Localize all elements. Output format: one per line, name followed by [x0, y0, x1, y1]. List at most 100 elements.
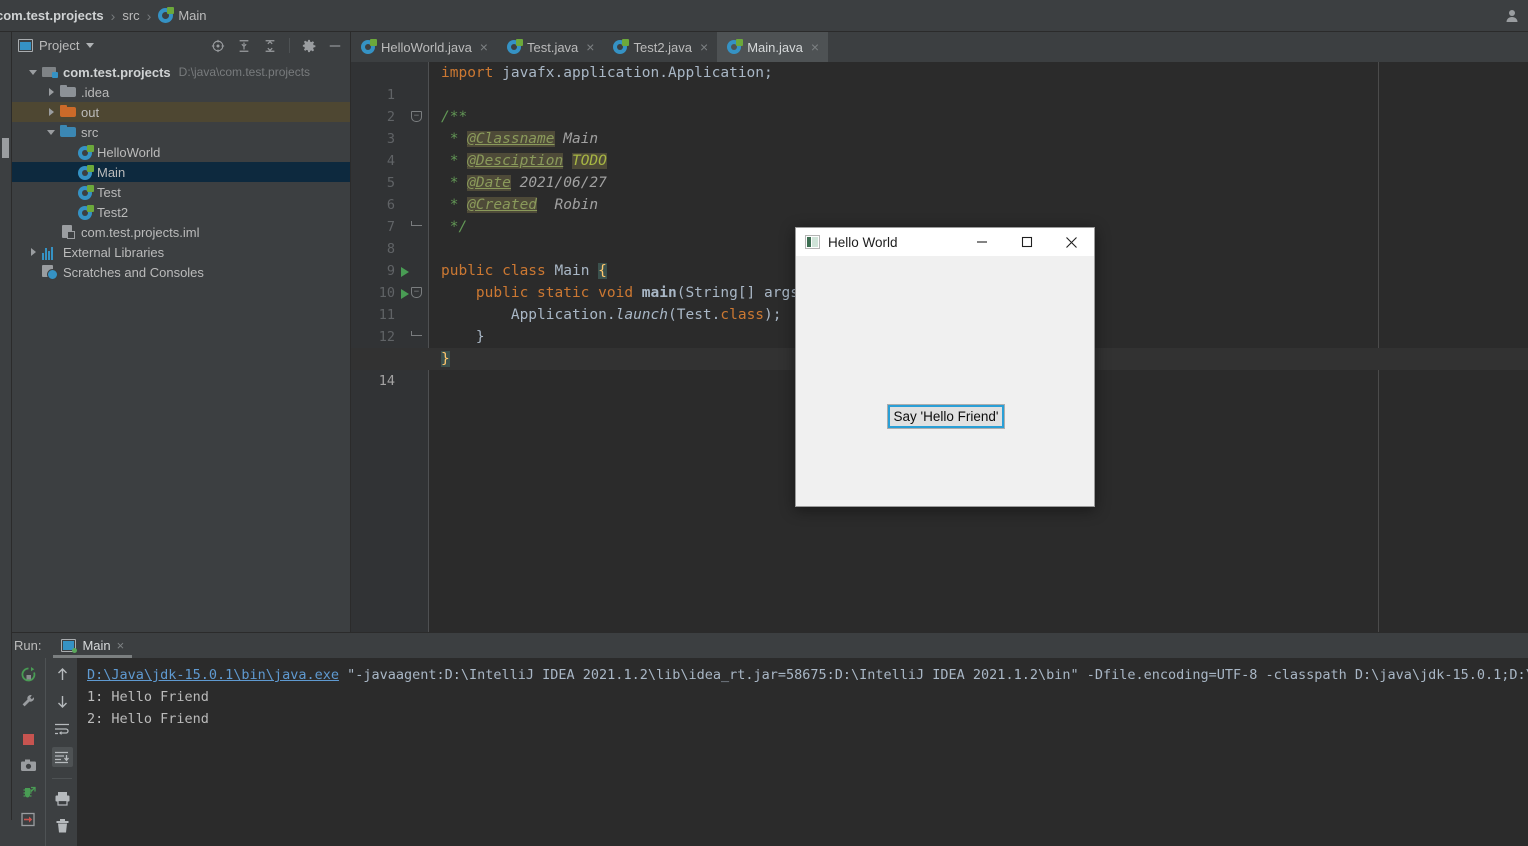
arrow-down-icon[interactable] — [54, 693, 71, 710]
close-icon[interactable]: × — [117, 638, 125, 653]
project-tree: com.test.projects D:\java\com.test.proje… — [12, 59, 350, 282]
minimize-button[interactable] — [959, 228, 1004, 257]
tab-label: HelloWorld.java — [381, 39, 472, 55]
console-command-link[interactable]: D:\Java\jdk-15.0.1\bin\java.exe — [87, 667, 339, 683]
code-token-keyword: class — [720, 307, 765, 323]
tree-row[interactable]: com.test.projects D:\java\com.test.proje… — [12, 62, 350, 82]
run-gutter-icon[interactable] — [401, 289, 409, 299]
tab-test2-java[interactable]: Test2.java × — [603, 32, 717, 62]
run-console[interactable]: D:\Java\jdk-15.0.1\bin\java.exe "-javaag… — [77, 658, 1528, 846]
code-token-javadoc-value: Robin — [537, 197, 599, 213]
tab-test-java[interactable]: Test.java × — [497, 32, 604, 62]
tree-row[interactable]: com.test.projects.iml — [12, 222, 350, 242]
twisty-collapsed-icon[interactable] — [24, 248, 42, 256]
java-class-icon — [78, 184, 94, 200]
run-tab-main[interactable]: Main × — [53, 633, 133, 658]
console-line: D:\Java\jdk-15.0.1\bin\java.exe "-javaag… — [87, 664, 1528, 686]
close-button[interactable] — [1049, 228, 1094, 257]
maximize-button[interactable] — [1004, 228, 1049, 257]
code-token-javadoc-value: 2021/06/27 — [510, 175, 607, 191]
chevron-down-icon[interactable] — [86, 43, 95, 48]
breadcrumb-separator-icon: › — [110, 7, 116, 24]
code-text: */ — [441, 216, 467, 238]
run-gutter-icon[interactable] — [401, 267, 409, 277]
export-icon[interactable] — [20, 811, 37, 828]
expand-all-icon[interactable] — [237, 39, 251, 53]
run-toolbar-left — [12, 658, 46, 846]
tree-row[interactable]: out — [12, 102, 350, 122]
arrow-up-icon[interactable] — [54, 666, 71, 683]
stop-icon[interactable] — [20, 732, 37, 747]
tree-row[interactable]: Scratches and Consoles — [12, 262, 350, 282]
hello-world-dialog[interactable]: Hello World Say 'Hello Friend' — [795, 227, 1095, 507]
tree-row[interactable]: Main — [12, 162, 350, 182]
code-token-method: main — [641, 285, 677, 301]
project-panel-toolbar — [211, 38, 344, 53]
run-tab-label: Main — [82, 638, 111, 653]
bottom-left-stripe — [0, 820, 12, 846]
dialog-title-bar[interactable]: Hello World — [796, 228, 1094, 257]
folder-orange-icon — [60, 104, 76, 120]
tree-row[interactable]: Test2 — [12, 202, 350, 222]
breadcrumb-item-project[interactable]: com.test.projects — [0, 8, 104, 23]
breadcrumb-item-main[interactable]: Main — [178, 8, 206, 23]
rerun-icon[interactable] — [20, 666, 37, 683]
close-icon[interactable]: × — [700, 40, 708, 54]
twisty-collapsed-icon[interactable] — [42, 88, 60, 96]
collapse-all-icon[interactable] — [263, 39, 277, 53]
project-panel-title[interactable]: Project — [39, 38, 79, 53]
fold-marker-icon[interactable]: − — [411, 111, 422, 122]
code-token-comment: */ — [441, 219, 468, 235]
fold-end-icon[interactable] — [411, 221, 422, 232]
breadcrumb-item-src[interactable]: src — [122, 8, 139, 23]
tree-row[interactable]: HelloWorld — [12, 142, 350, 162]
account-icon[interactable] — [1504, 8, 1520, 24]
trash-icon[interactable] — [54, 817, 71, 834]
twisty-expanded-icon[interactable] — [42, 129, 60, 135]
fold-marker-icon[interactable]: − — [411, 287, 422, 298]
java-class-icon — [613, 39, 630, 54]
restart-debug-icon[interactable] — [20, 784, 37, 801]
tree-row[interactable]: External Libraries — [12, 242, 350, 262]
maximize-icon — [1021, 236, 1032, 248]
scroll-to-end-icon[interactable] — [51, 747, 73, 767]
camera-snapshot-icon[interactable] — [20, 757, 37, 774]
tree-item-label: com.test.projects — [63, 64, 171, 80]
console-command-args: "-javaagent:D:\IntelliJ IDEA 2021.1.2\li… — [338, 667, 1528, 683]
tree-row[interactable]: src — [12, 122, 350, 142]
code-token-plain: ); — [764, 307, 782, 323]
tree-row[interactable]: .idea — [12, 82, 350, 102]
code-token-keyword: public static void — [441, 285, 642, 301]
soft-wrap-icon[interactable] — [54, 720, 71, 737]
twisty-collapsed-icon[interactable] — [42, 108, 60, 116]
code-token-comment: * — [441, 153, 468, 169]
code-token-static-method: launch — [615, 307, 668, 323]
close-icon[interactable]: × — [480, 40, 488, 54]
tree-item-label: Main — [97, 164, 126, 180]
close-icon[interactable]: × — [811, 40, 819, 54]
tree-row[interactable]: Test — [12, 182, 350, 202]
folder-blue-icon — [60, 124, 76, 140]
say-hello-friend-button[interactable]: Say 'Hello Friend' — [887, 404, 1005, 429]
settings-gear-icon[interactable] — [302, 39, 316, 53]
fold-end-icon[interactable] — [411, 331, 422, 342]
code-token-keyword: public class — [441, 263, 555, 279]
print-icon[interactable] — [54, 790, 71, 807]
code-token-comment: * — [441, 197, 468, 213]
tab-helloworld-java[interactable]: HelloWorld.java × — [351, 32, 497, 62]
code-token-javadoc-tag: @Date — [467, 175, 511, 191]
line-number: 14 — [378, 373, 395, 389]
select-opened-file-icon[interactable] — [211, 39, 225, 53]
code-token-plain: Main — [554, 263, 599, 279]
twisty-expanded-icon[interactable] — [24, 69, 42, 75]
project-window-icon — [18, 39, 33, 52]
tree-item-label: Test — [97, 184, 121, 200]
run-tool-window: Run: Main × D:\Java\jdk-15.0.1\bin\java.… — [12, 632, 1528, 846]
code-token-plain: } — [441, 329, 485, 345]
hide-window-icon[interactable] — [328, 39, 342, 53]
wrench-settings-icon[interactable] — [20, 693, 37, 710]
close-icon — [1066, 236, 1077, 248]
minimize-icon — [976, 241, 987, 243]
close-icon[interactable]: × — [586, 40, 594, 54]
tab-main-java[interactable]: Main.java × — [717, 32, 829, 62]
